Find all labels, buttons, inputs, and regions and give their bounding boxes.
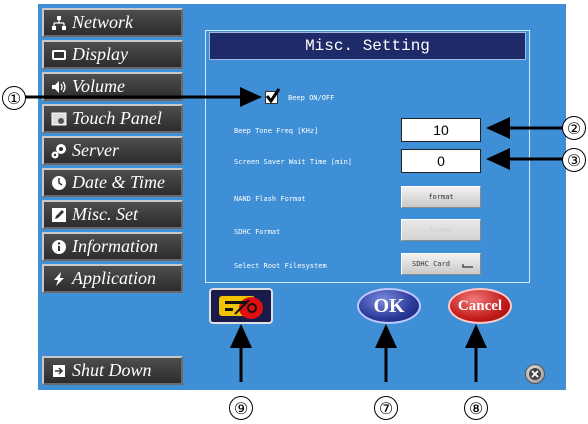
callout-9: ⑨ bbox=[229, 396, 253, 420]
callout-7: ⑦ bbox=[374, 396, 398, 420]
callout-8: ⑧ bbox=[464, 396, 488, 420]
callout-1: ① bbox=[2, 86, 26, 110]
annotation-arrows bbox=[22, 87, 570, 382]
callout-3: ③ bbox=[562, 148, 586, 172]
callout-2: ② bbox=[562, 116, 586, 140]
